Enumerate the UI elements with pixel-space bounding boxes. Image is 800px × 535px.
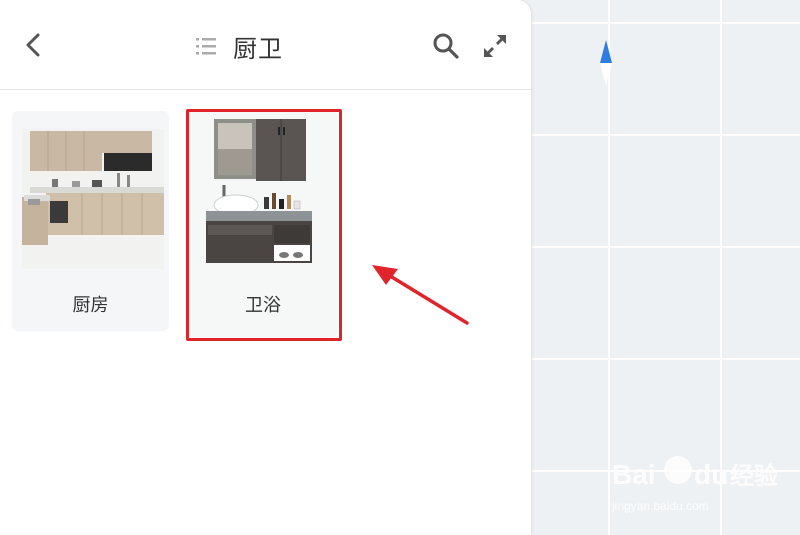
category-label-bathroom: 卫浴 [245,295,281,315]
panel-title: 厨卫 [233,35,283,63]
panel-title-group: 厨卫 [195,28,283,64]
baidu-jingyan-watermark: Bai du 经验 jingyan.baidu.com [612,456,778,513]
panel-header: 厨卫 [0,0,531,90]
expand-icon[interactable] [481,32,509,60]
svg-text:经验: 经验 [730,462,778,490]
list-icon [196,38,216,55]
compass-icon[interactable] [597,38,615,88]
category-card-kitchen[interactable]: 厨房 [12,111,169,331]
category-panel: 厨卫 厨房 卫浴 [0,0,531,535]
category-label-kitchen: 厨房 [72,295,109,315]
kitchen-thumbnail [22,129,164,269]
category-card-bathroom[interactable]: 卫浴 [188,111,338,337]
back-chevron-icon[interactable] [20,30,48,60]
search-icon[interactable] [432,32,460,60]
svg-text:jingyan.baidu.com: jingyan.baidu.com [612,499,709,513]
svg-text:Bai: Bai [612,459,656,490]
annotation-arrow-icon [372,265,469,325]
svg-text:du: du [694,459,728,490]
bathroom-thumbnail [206,119,312,263]
